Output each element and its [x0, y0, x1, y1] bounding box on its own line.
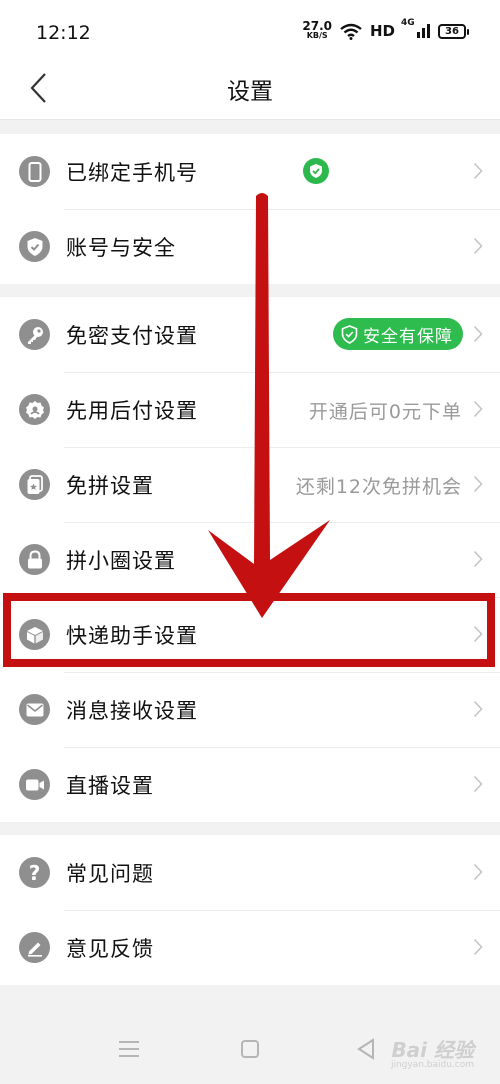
- settings-item-label: 直播设置: [66, 774, 154, 798]
- question-icon: ?: [19, 857, 50, 888]
- video-camera-icon: [19, 769, 50, 800]
- status-indicators: 27.0 KB/S HD 4G 36: [302, 18, 469, 40]
- verified-check-icon: [303, 158, 329, 184]
- chevron-right-icon: [473, 700, 483, 718]
- settings-group-features: 免密支付设置 安全有保障 先用后付设置 开通后可0元下单 免拼设置 还剩12次免…: [0, 297, 500, 822]
- settings-group-account: 已绑定手机号 账号与安全: [0, 134, 500, 284]
- lock-icon: [19, 544, 50, 575]
- battery-icon: 36: [438, 23, 469, 39]
- settings-item-free-group[interactable]: 免拼设置 还剩12次免拼机会: [0, 447, 500, 522]
- settings-item-pay-later[interactable]: 先用后付设置 开通后可0元下单: [0, 372, 500, 447]
- signal-type: 4G: [401, 18, 415, 28]
- chevron-right-icon: [473, 775, 483, 793]
- wifi-icon: [340, 23, 362, 40]
- settings-item-password-free-pay[interactable]: 免密支付设置 安全有保障: [0, 297, 500, 372]
- settings-item-account-security[interactable]: 账号与安全: [0, 209, 500, 284]
- settings-item-label: 免密支付设置: [66, 324, 198, 348]
- settings-item-faq[interactable]: ? 常见问题: [0, 835, 500, 910]
- chevron-right-icon: [473, 237, 483, 255]
- security-badge: 安全有保障: [333, 318, 463, 350]
- network-speed-unit: KB/S: [306, 31, 328, 40]
- badge-gear-icon: [19, 394, 50, 425]
- settings-item-group-circle[interactable]: 拼小圈设置: [0, 522, 500, 597]
- hd-indicator: HD: [369, 22, 395, 40]
- chevron-right-icon: [473, 400, 483, 418]
- settings-item-label: 账号与安全: [66, 236, 176, 260]
- network-speed-value: 27.0: [302, 19, 332, 33]
- settings-item-live-stream[interactable]: 直播设置: [0, 747, 500, 822]
- settings-item-label: 已绑定手机号: [66, 161, 198, 185]
- shield-check-icon: [341, 324, 358, 344]
- settings-item-label: 消息接收设置: [66, 699, 198, 723]
- chevron-right-icon: [473, 325, 483, 343]
- chevron-right-icon: [473, 550, 483, 568]
- chevron-right-icon: [473, 625, 483, 643]
- ticket-icon: [19, 469, 50, 500]
- settings-item-message-receive[interactable]: 消息接收设置: [0, 672, 500, 747]
- settings-item-label: 常见问题: [66, 862, 154, 886]
- package-icon: [19, 619, 50, 650]
- back-triangle-icon[interactable]: [356, 1038, 376, 1060]
- shield-icon: [19, 231, 50, 262]
- chevron-right-icon: [473, 162, 483, 180]
- security-badge-text: 安全有保障: [363, 326, 453, 347]
- settings-item-value: 还剩12次免拼机会: [295, 476, 462, 498]
- settings-item-phone[interactable]: 已绑定手机号: [0, 134, 500, 209]
- chevron-right-icon: [473, 863, 483, 881]
- signal-icon: 4G: [401, 18, 430, 38]
- settings-item-label: 拼小圈设置: [66, 549, 176, 573]
- status-bar: 12:12 27.0 KB/S HD 4G 36: [0, 0, 500, 58]
- pencil-icon: [19, 932, 50, 963]
- settings-item-label: 快递助手设置: [66, 624, 198, 648]
- key-icon: [19, 319, 50, 350]
- menu-icon[interactable]: [118, 1040, 140, 1058]
- mail-icon: [19, 694, 50, 725]
- network-speed: 27.0 KB/S: [302, 19, 332, 40]
- settings-item-value: 开通后可0元下单: [308, 401, 462, 423]
- chevron-right-icon: [473, 938, 483, 956]
- battery-level: 36: [445, 25, 459, 37]
- settings-item-express-assistant[interactable]: 快递助手设置: [0, 597, 500, 672]
- settings-item-label: 意见反馈: [66, 937, 154, 961]
- chevron-right-icon: [473, 475, 483, 493]
- page-title: 设置: [227, 79, 273, 105]
- home-icon[interactable]: [240, 1039, 260, 1059]
- settings-item-feedback[interactable]: 意见反馈: [0, 910, 500, 985]
- settings-item-label: 先用后付设置: [66, 399, 198, 423]
- nav-bar: 设置: [0, 58, 500, 120]
- settings-group-help: ? 常见问题 意见反馈: [0, 835, 500, 985]
- phone-icon: [19, 156, 50, 187]
- status-time: 12:12: [36, 22, 91, 44]
- settings-item-label: 免拼设置: [66, 474, 154, 498]
- watermark: Bai 经验: [391, 1038, 474, 1062]
- watermark-url: jingyan.baidu.com: [390, 1060, 474, 1070]
